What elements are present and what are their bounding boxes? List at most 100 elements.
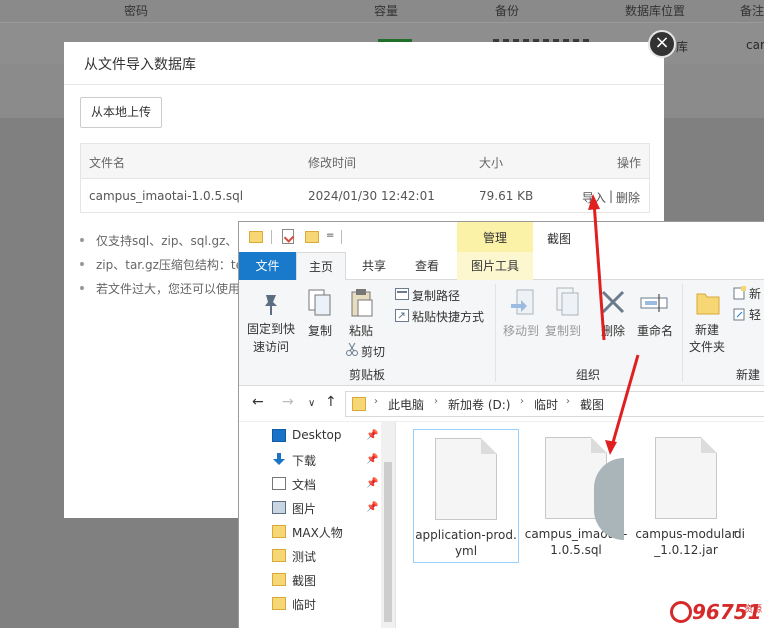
th-actions: 操作 <box>617 156 642 170</box>
breadcrumb-drive-d[interactable]: 新加卷 (D:) <box>448 396 510 413</box>
file-table-header: 文件名 修改时间 大小 操作 <box>81 144 649 179</box>
new-folder-icon <box>696 293 720 315</box>
bullet-icon <box>80 238 84 242</box>
folder-icon <box>249 231 263 243</box>
copy-to-button[interactable]: 复制到 <box>543 322 583 339</box>
ribbon: 固定到快 速访问 复制 粘贴 剪切 复制路径 粘贴快捷方式 剪贴板 移动到 复制… <box>239 280 764 386</box>
easy-access-icon <box>733 308 745 321</box>
group-organize: 组织 <box>576 368 601 382</box>
watermark: 96751 资源 <box>668 598 764 628</box>
chevron-right-icon: › <box>520 396 524 407</box>
copy-icon <box>308 289 331 316</box>
watermark-logo-icon <box>670 601 692 623</box>
new-folder-button[interactable]: 新建 文件夹 <box>685 322 729 356</box>
sidebar-item-label: 测试 <box>292 550 317 564</box>
folder-icon <box>272 525 286 538</box>
scrollbar-thumb[interactable] <box>384 462 392 622</box>
download-icon <box>273 453 285 465</box>
group-separator <box>495 284 496 382</box>
nav-scrollbar[interactable] <box>381 422 395 628</box>
address-bar-row: ← → ∨ ↑ › 此电脑 › 新加卷 (D:) › 临时 › 截图 <box>239 386 764 422</box>
delete-icon <box>601 290 625 314</box>
address-box[interactable]: › 此电脑 › 新加卷 (D:) › 临时 › 截图 <box>345 391 764 417</box>
tab-share[interactable]: 共享 <box>352 252 396 280</box>
chevron-right-icon: › <box>374 396 378 407</box>
file-time: 2024/01/30 12:42:01 <box>308 189 435 203</box>
group-clipboard: 剪贴板 <box>349 368 386 382</box>
pin-icon: 📌 <box>366 502 379 513</box>
desktop-icon <box>272 429 286 442</box>
pictures-icon <box>272 501 286 514</box>
paste-shortcut-button[interactable]: 粘贴快捷方式 <box>412 308 484 325</box>
pin-quick-access-button[interactable]: 固定到快 速访问 <box>245 320 297 356</box>
recent-locations-button[interactable]: ∨ <box>308 398 315 409</box>
file-item-application-prod[interactable]: application-prod.yml <box>413 429 519 563</box>
back-button[interactable]: ← <box>252 394 264 410</box>
watermark-sub: 资源 <box>744 605 763 615</box>
import-link[interactable]: 导入 <box>582 189 606 206</box>
note-item: zip、tar.gz压缩包结构：te <box>96 258 243 272</box>
folder-icon <box>272 549 286 562</box>
group-separator <box>682 284 683 382</box>
toolbar-divider <box>341 230 342 244</box>
delete-button[interactable]: 删除 <box>597 322 629 339</box>
col-password: 密码 <box>124 4 149 18</box>
file-table: 文件名 修改时间 大小 操作 campus_imaotai-1.0.5.sql … <box>80 143 650 213</box>
upload-local-button[interactable]: 从本地上传 <box>80 97 162 128</box>
move-to-button[interactable]: 移动到 <box>501 322 541 339</box>
paste-shortcut-icon <box>395 309 409 322</box>
paste-button[interactable]: 粘贴 <box>346 322 376 339</box>
th-filename: 文件名 <box>89 156 126 170</box>
properties-icon[interactable] <box>282 229 294 244</box>
sidebar-item-label: 截图 <box>292 574 317 588</box>
background-table-header: 密码 容量 备份 数据库位置 备注 <box>0 0 764 22</box>
file-name: campus_imaotai-1.0.5.sql <box>89 189 244 203</box>
file-size: 79.61 KB <box>479 189 534 203</box>
chevron-right-icon: › <box>566 396 570 407</box>
tab-home[interactable]: 主页 <box>296 252 346 281</box>
new-item-button[interactable]: 新 <box>749 285 761 302</box>
toolbar-divider <box>271 230 272 244</box>
sidebar-item-label: 文档 <box>292 478 317 492</box>
breadcrumb-temp[interactable]: 临时 <box>534 396 558 413</box>
delete-link[interactable]: 删除 <box>616 189 640 206</box>
copy-button[interactable]: 复制 <box>305 322 335 339</box>
forward-button[interactable]: → <box>282 394 294 410</box>
copy-path-button[interactable]: 复制路径 <box>412 287 460 304</box>
up-button[interactable]: ↑ <box>325 394 337 410</box>
bullet-icon <box>80 262 84 266</box>
cut-button[interactable]: 剪切 <box>361 343 385 360</box>
rename-icon <box>640 294 668 312</box>
col-backup: 备份 <box>495 4 520 18</box>
pin-icon: 📌 <box>366 454 379 465</box>
paste-icon <box>351 289 373 317</box>
copy-path-icon <box>395 288 409 300</box>
col-note: 备注 <box>740 4 764 18</box>
cut-icon <box>346 342 358 356</box>
context-tab-manage[interactable]: 管理 <box>457 222 533 252</box>
tab-picture-tools[interactable]: 图片工具 <box>457 252 533 280</box>
easy-access-button[interactable]: 轻 <box>749 306 761 323</box>
qat-dropdown[interactable]: = <box>326 230 334 241</box>
window-title: 截图 <box>547 232 572 246</box>
file-item-campus-modular[interactable]: campus-modular_1.0.12.jar <box>634 429 740 563</box>
row-location: 库 <box>676 40 689 54</box>
th-size: 大小 <box>479 156 504 170</box>
file-item-partial[interactable]: di <box>734 429 764 563</box>
rename-button[interactable]: 重命名 <box>635 322 675 339</box>
new-folder-icon[interactable] <box>305 231 319 243</box>
tab-view[interactable]: 查看 <box>405 252 449 280</box>
tab-file[interactable]: 文件 <box>239 252 296 280</box>
document-icon <box>272 477 286 490</box>
dialog-title: 从文件导入数据库 <box>84 57 196 73</box>
folder-icon <box>352 397 366 411</box>
file-label: application-prod.yml <box>415 528 517 558</box>
close-icon[interactable]: × <box>648 30 676 58</box>
chevron-right-icon: › <box>434 396 438 407</box>
sidebar-item-label: MAX人物 <box>292 526 343 540</box>
breadcrumb-this-pc[interactable]: 此电脑 <box>388 396 424 413</box>
breadcrumb-screenshots[interactable]: 截图 <box>580 396 604 413</box>
pin-icon: 📌 <box>366 478 379 489</box>
group-new: 新建 <box>736 368 761 382</box>
navigation-pane: Desktop 下载 文档 图片 MAX人物 测试 截图 临时 📌 📌 📌 📌 <box>239 422 395 628</box>
